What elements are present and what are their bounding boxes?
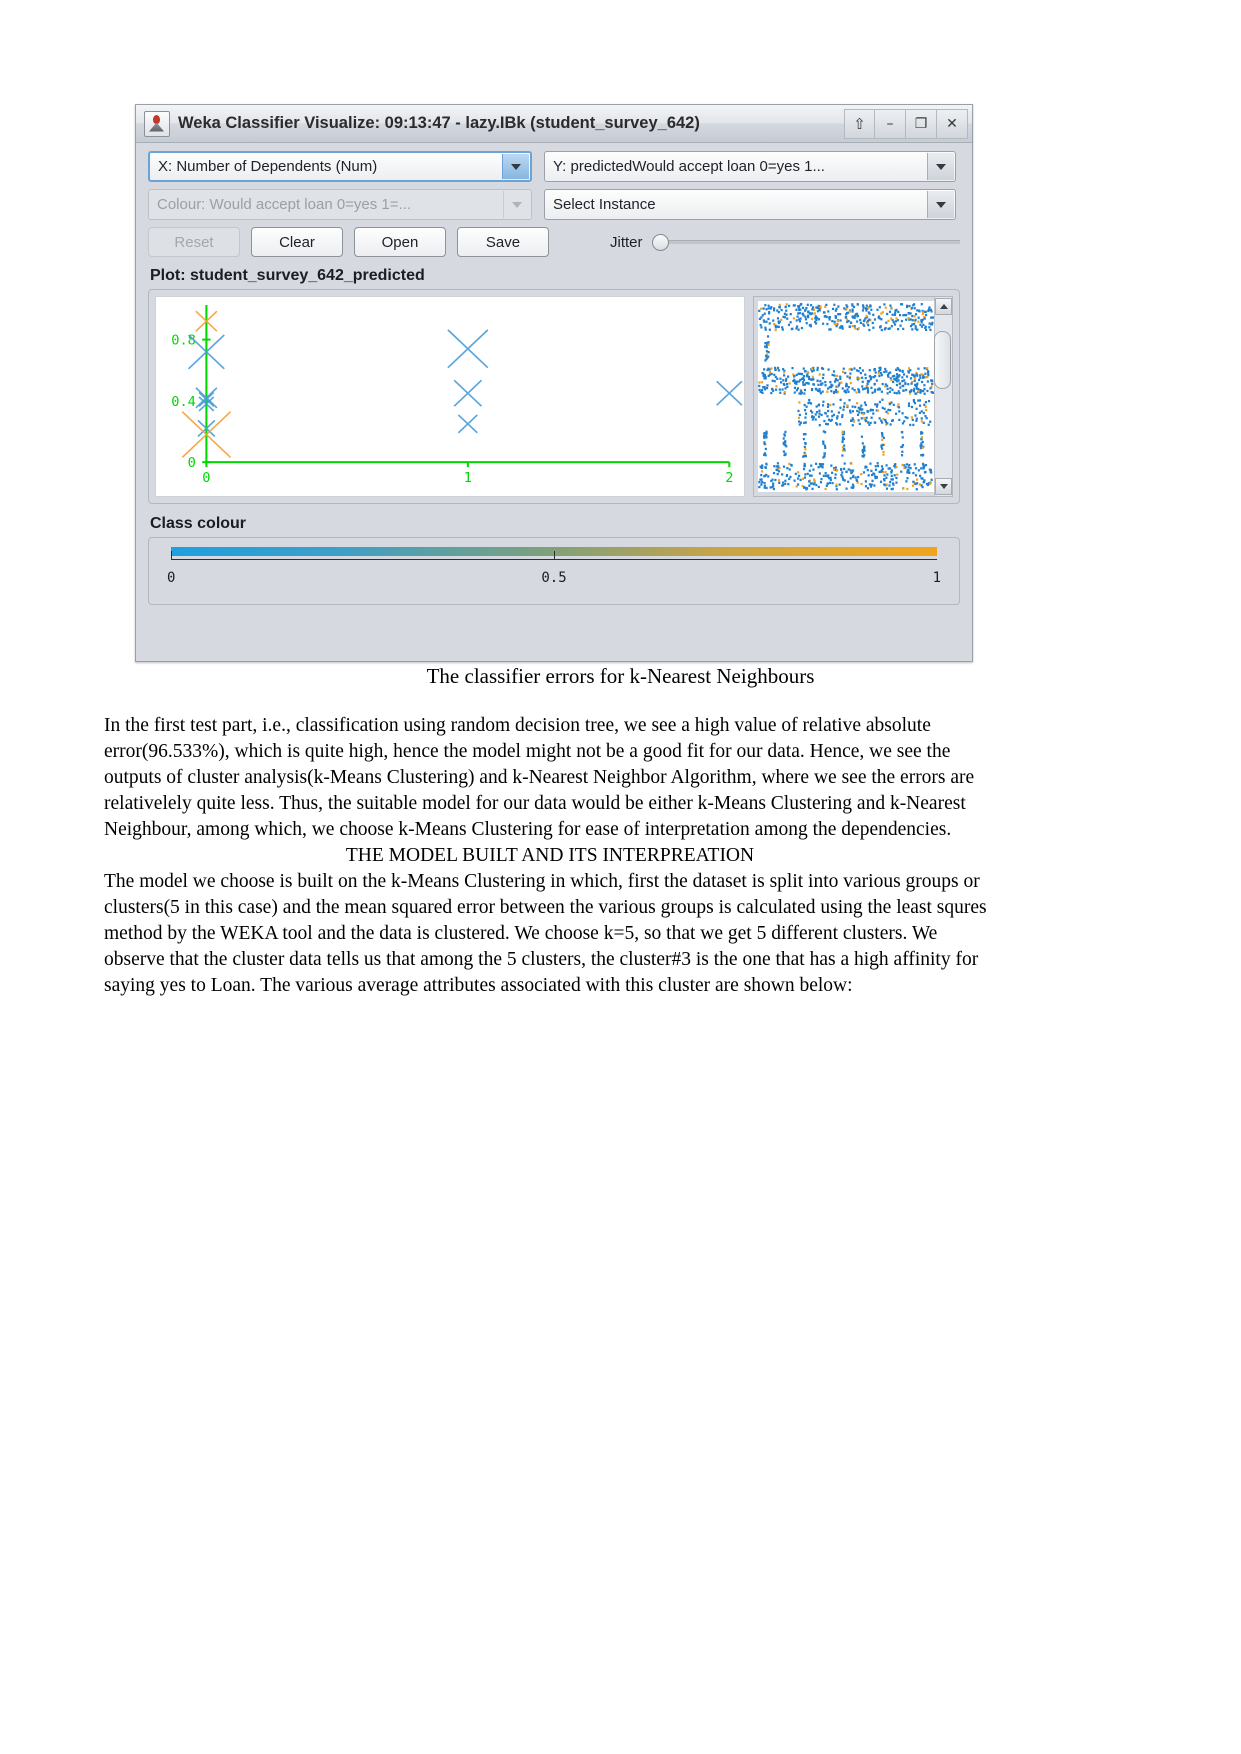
figure-caption: The classifier errors for k-Nearest Neig… [426,664,815,688]
controls-area: X: Number of Dependents (Num) Y: predict… [136,143,972,257]
plot-title: Plot: student_survey_642_predicted [150,267,425,284]
chevron-down-icon [503,191,530,218]
attribute-strip-panel[interactable] [753,296,953,497]
body-heading: THE MODEL BUILT AND ITS INTERPREATION [345,845,755,866]
document-body: In the first test part, i.e., classifica… [104,713,996,999]
select-instance-select[interactable]: Select Instance [544,189,956,220]
svg-text:0.8: 0.8 [171,334,196,349]
clear-button[interactable]: Clear [251,227,343,257]
svg-text:0: 0 [188,456,196,471]
jitter-slider[interactable] [651,234,960,251]
svg-text:2: 2 [725,471,733,486]
svg-text:0: 0 [202,471,210,486]
close-button[interactable]: ✕ [937,108,968,139]
combo-row-2: Colour: Would accept loan 0=yes 1=... Se… [148,189,960,220]
strip-scrollbar[interactable] [934,297,952,496]
x-axis-select-value: X: Number of Dependents (Num) [158,158,378,175]
select-instance-value: Select Instance [553,196,656,213]
colour-select-value: Colour: Would accept loan 0=yes 1=... [157,196,412,213]
jitter-slider-handle[interactable] [651,234,669,251]
svg-text:1: 1 [464,471,472,486]
body-paragraph-2: The model we choose is built on the k-Me… [104,871,987,996]
scrollbar-thumb[interactable] [934,331,951,389]
scatter-plot-canvas[interactable]: 0 0.4 0.8 0 1 2 [155,296,745,497]
class-colour-panel: 0 0.5 1 [148,537,960,605]
attribute-strip-svg [758,302,934,491]
axis-tick-mid [554,551,555,560]
scroll-up-icon[interactable] [935,298,952,315]
body-paragraph-1: In the first test part, i.e., classifica… [104,715,975,840]
minimize-button[interactable]: – [875,108,906,139]
weka-bird-logo-icon [144,110,170,137]
axis-tick-min [171,551,172,560]
window-titlebar: Weka Classifier Visualize: 09:13:47 - la… [136,105,972,143]
chevron-down-icon[interactable] [502,154,529,179]
save-button[interactable]: Save [457,227,549,257]
reset-button[interactable]: Reset [148,227,240,257]
jitter-label: Jitter [610,233,643,251]
chevron-down-icon[interactable] [927,191,954,218]
window-title: Weka Classifier Visualize: 09:13:47 - la… [178,114,700,132]
class-colour-label: Class colour [150,515,247,532]
colour-select[interactable]: Colour: Would accept loan 0=yes 1=... [148,189,532,220]
class-colour-axis [171,551,937,570]
attribute-strips[interactable] [758,301,934,492]
plot-panel: 0 0.4 0.8 0 1 2 [148,289,960,504]
chevron-down-icon[interactable] [927,153,954,180]
y-axis-select[interactable]: Y: predictedWould accept loan 0=yes 1... [544,151,956,182]
y-axis-select-value: Y: predictedWould accept loan 0=yes 1... [553,158,825,175]
weka-visualize-window: Weka Classifier Visualize: 09:13:47 - la… [135,104,973,662]
scroll-down-icon[interactable] [935,478,952,495]
window-buttons: ⇧ – ❐ ✕ [844,108,968,139]
combo-row-1: X: Number of Dependents (Num) Y: predict… [148,151,960,182]
svg-text:0.4: 0.4 [171,395,196,410]
maximize-button[interactable]: ❐ [906,108,937,139]
action-buttons-row: Reset Clear Open Save Jitter [148,227,960,257]
x-axis-select[interactable]: X: Number of Dependents (Num) [148,151,532,182]
class-colour-scale-labels: 0 0.5 1 [167,570,941,588]
jitter-track-line [651,240,960,244]
open-button[interactable]: Open [354,227,446,257]
jitter-control: Jitter [610,234,960,251]
scale-label-mid: 0.5 [541,570,567,586]
scale-label-min: 0 [167,570,176,586]
restore-up-button[interactable]: ⇧ [844,108,875,139]
scatter-plot-svg: 0 0.4 0.8 0 1 2 [171,304,743,486]
scale-label-max: 1 [932,570,941,586]
